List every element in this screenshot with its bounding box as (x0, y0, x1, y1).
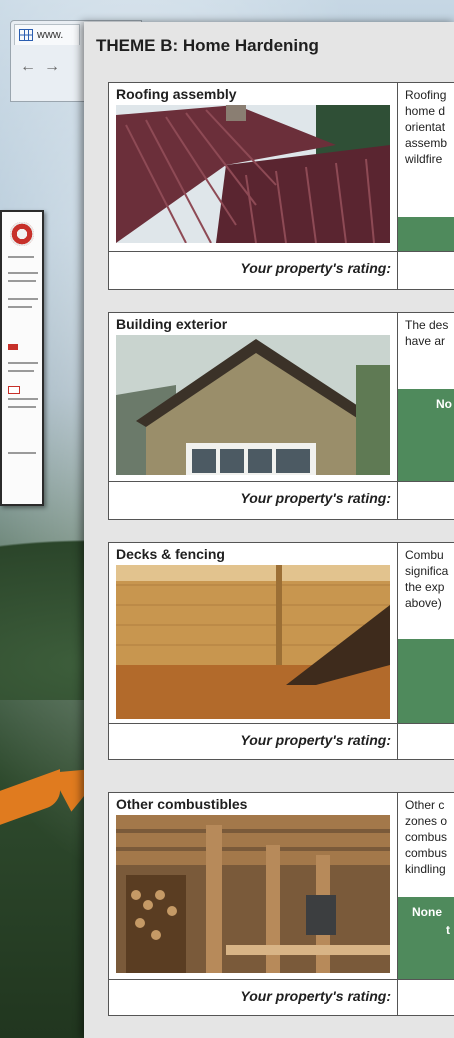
browser-tab[interactable]: www. (14, 24, 80, 45)
card-building-exterior: Building exterior The des have ar No You… (108, 312, 454, 520)
rating-divider (397, 252, 398, 289)
rating-badge[interactable] (398, 217, 454, 251)
rating-label: Your property's rating: (240, 732, 391, 748)
card-label: Roofing assembly (116, 86, 237, 102)
rating-row: Your property's rating: (109, 251, 454, 289)
letter-text-line (8, 362, 38, 364)
card-description: The des have ar (405, 318, 449, 348)
back-arrow-icon[interactable]: ← (20, 58, 36, 76)
letter-text-line (8, 256, 34, 258)
rating-label: Your property's rating: (240, 490, 391, 506)
letter-text-line (8, 298, 38, 300)
card-decks-fencing: Decks & fencing Combu significa the exp … (108, 542, 454, 760)
rating-badge[interactable]: None t (398, 897, 454, 979)
browser-tab-label: www. (37, 29, 64, 41)
rating-row: Your property's rating: (109, 979, 454, 1015)
apps-grid-icon (19, 29, 33, 41)
card-left-cell: Decks & fencing (109, 543, 398, 723)
card-other-combustibles: Other combustibles Other c zones o combu… (108, 792, 454, 1016)
letter-text-line (8, 370, 34, 372)
rating-row: Your property's rating: (109, 723, 454, 759)
letter-document (0, 210, 44, 506)
letter-text-line (8, 398, 38, 400)
roofing-photo (116, 105, 390, 243)
rating-divider (397, 980, 398, 1015)
card-label: Building exterior (116, 316, 228, 332)
letter-text-line (8, 306, 32, 308)
forward-arrow-icon[interactable]: → (44, 58, 60, 76)
card-roofing-assembly: Roofing assembly Roofing home d orientat… (108, 82, 454, 290)
card-left-cell: Roofing assembly (109, 83, 398, 251)
decks-fencing-photo (116, 565, 390, 719)
card-description: Roofing home d orientat assemb wildfire (405, 88, 448, 166)
building-exterior-photo (116, 335, 390, 475)
rating-badge-label: t (446, 923, 450, 937)
card-left-cell: Other combustibles (109, 793, 398, 979)
card-label: Decks & fencing (116, 546, 225, 562)
letter-text-line (8, 280, 36, 282)
rating-row: Your property's rating: (109, 481, 454, 519)
letter-text-line (8, 406, 36, 408)
rating-label: Your property's rating: (240, 260, 391, 276)
card-description: Combu significa the exp above) (405, 548, 449, 610)
rating-divider (397, 724, 398, 759)
rating-label: Your property's rating: (240, 988, 391, 1004)
rating-badge-label: None (412, 905, 442, 919)
rating-badge-label: No (436, 397, 452, 411)
page-title: THEME B: Home Hardening (96, 36, 319, 55)
rating-badge[interactable] (398, 639, 454, 723)
letter-red-marker (8, 344, 18, 350)
other-combustibles-photo (116, 815, 390, 973)
rating-divider (397, 482, 398, 519)
rating-badge[interactable]: No (398, 389, 454, 481)
card-left-cell: Building exterior (109, 313, 398, 481)
card-label: Other combustibles (116, 796, 248, 812)
theme-panel: THEME B: Home Hardening Roofing assembly (84, 22, 454, 1038)
letter-checkbox-icon (8, 386, 20, 394)
letter-text-line (8, 452, 36, 454)
card-description: Other c zones o combus combus kindling (405, 798, 448, 876)
fire-department-seal-icon (10, 222, 34, 246)
letter-text-line (8, 272, 38, 274)
